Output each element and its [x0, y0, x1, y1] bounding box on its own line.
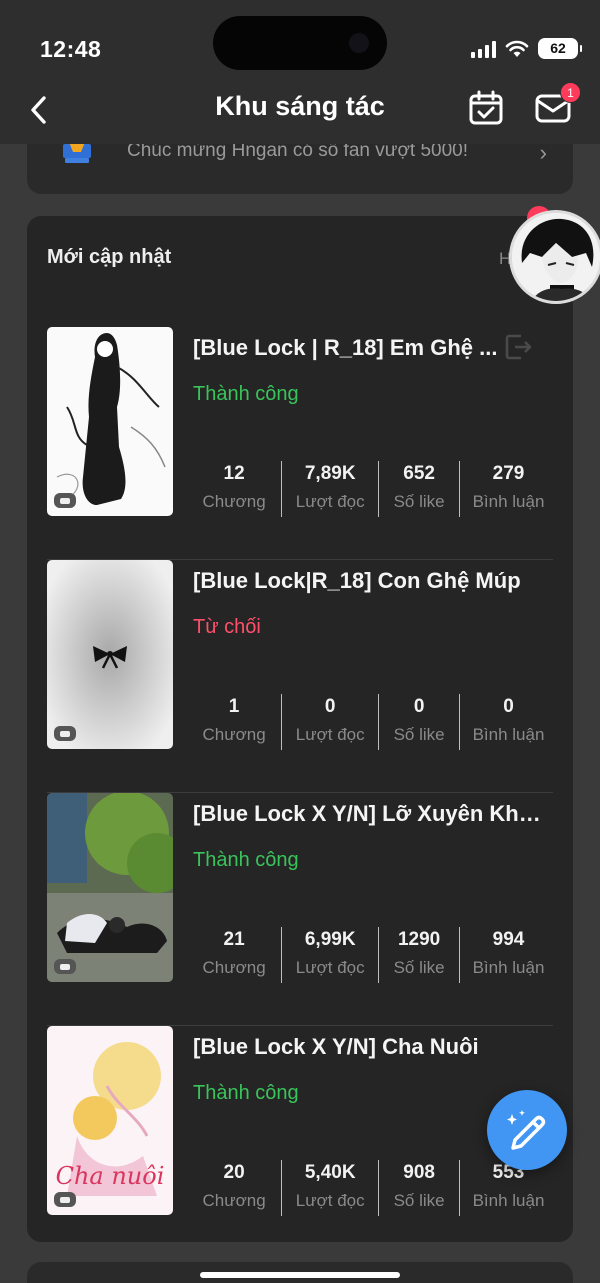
- story-stats: 21 Chương 6,99K Lượt đọc 1290 Số like 99…: [187, 927, 557, 983]
- stat-label: Số like: [393, 492, 445, 511]
- stat-likes: 1290 Số like: [378, 927, 459, 983]
- story-status: Thành công: [193, 1082, 299, 1104]
- stat-value: 1: [228, 696, 240, 717]
- chat-bubble-icon: [54, 726, 76, 741]
- stat-comments: 553 Bình luận: [458, 1160, 557, 1216]
- story-status: Từ chối: [193, 616, 261, 638]
- stat-value: 20: [223, 1162, 245, 1183]
- stat-value: 279: [492, 463, 525, 484]
- status-time: 12:48: [40, 36, 102, 62]
- stat-reads: 7,89K Lượt đọc: [281, 461, 378, 517]
- story-item[interactable]: [Blue Lock|R_18] Con Ghệ Múp Từ chối 1 C…: [47, 560, 553, 793]
- calendar-check-icon[interactable]: [468, 90, 504, 126]
- status-bar: 12:48 62: [0, 0, 600, 80]
- chat-bubble-icon: [54, 1192, 76, 1207]
- stat-label: Bình luận: [472, 1191, 545, 1210]
- story-stats: 20 Chương 5,40K Lượt đọc 908 Số like 553…: [187, 1160, 557, 1216]
- stat-reads: 6,99K Lượt đọc: [281, 927, 378, 983]
- top-nav: Khu sáng tác: [0, 80, 600, 144]
- story-item[interactable]: Cha nuôi [Blue Lock X Y/N] Cha Nuôi Thàn…: [47, 1026, 553, 1259]
- stat-comments: 994 Bình luận: [458, 927, 557, 983]
- signal-icon: [471, 40, 496, 58]
- stat-label: Số like: [393, 1191, 445, 1210]
- dynamic-island: [213, 16, 387, 70]
- stat-label: Chương: [202, 725, 266, 744]
- stat-label: Chương: [202, 958, 266, 977]
- story-status: Thành công: [193, 383, 299, 405]
- stat-comments: 279 Bình luận: [458, 461, 557, 517]
- cover-title-text: Cha nuôi: [56, 1162, 165, 1190]
- stat-value: 1290: [397, 929, 441, 950]
- stat-value: 7,89K: [304, 463, 356, 484]
- stat-label: Bình luận: [472, 725, 545, 744]
- stat-comments: 0 Bình luận: [458, 694, 557, 750]
- stat-label: Lượt đọc: [295, 1191, 365, 1210]
- stat-value: 0: [413, 696, 425, 717]
- stat-value: 908: [403, 1162, 435, 1183]
- stat-value: 21: [223, 929, 245, 950]
- stat-label: Lượt đọc: [295, 725, 365, 744]
- section-title: Mới cập nhật: [47, 246, 172, 268]
- floating-avatar[interactable]: [509, 210, 600, 304]
- story-cover: Cha nuôi: [47, 1026, 173, 1215]
- stat-label: Bình luận: [472, 958, 545, 977]
- stat-chapters: 21 Chương: [187, 927, 281, 983]
- battery-indicator: 62: [538, 38, 582, 59]
- stat-value: 652: [403, 463, 435, 484]
- home-indicator[interactable]: [200, 1272, 400, 1278]
- story-title: [Blue Lock X Y/N] Cha Nuôi: [193, 1034, 479, 1059]
- story-title: [Blue Lock | R_18] Em Ghệ ...: [193, 335, 498, 360]
- page-title: Khu sáng tác: [215, 91, 385, 121]
- stat-likes: 652 Số like: [378, 461, 459, 517]
- story-cover: [47, 793, 173, 982]
- stat-label: Chương: [202, 1191, 266, 1210]
- stat-chapters: 1 Chương: [187, 694, 281, 750]
- stat-label: Bình luận: [472, 492, 545, 511]
- exit-icon[interactable]: [503, 332, 533, 362]
- write-story-button[interactable]: [487, 1090, 567, 1170]
- stat-label: Số like: [393, 958, 445, 977]
- story-item[interactable]: [Blue Lock | R_18] Em Ghệ ... Thành công…: [47, 327, 553, 560]
- stat-value: 12: [223, 463, 245, 484]
- stat-value: 0: [324, 696, 336, 717]
- magic-pen-icon: [507, 1110, 546, 1150]
- story-cover: [47, 560, 173, 749]
- stat-label: Chương: [202, 492, 266, 511]
- stat-label: Lượt đọc: [295, 958, 365, 977]
- mail-badge: 1: [560, 82, 581, 103]
- stat-reads: 5,40K Lượt đọc: [281, 1160, 378, 1216]
- stat-chapters: 20 Chương: [187, 1160, 281, 1216]
- stat-value: 0: [503, 696, 514, 717]
- stat-label: Lượt đọc: [295, 492, 365, 511]
- story-status: Thành công: [193, 849, 299, 871]
- stat-value: 5,40K: [304, 1162, 356, 1183]
- story-title: [Blue Lock|R_18] Con Ghệ Múp: [193, 568, 521, 593]
- chat-bubble-icon: [54, 493, 76, 508]
- wifi-icon: [505, 40, 529, 57]
- story-stats: 1 Chương 0 Lượt đọc 0 Số like 0 Bình luậ…: [187, 694, 557, 750]
- stat-value: 994: [492, 929, 525, 950]
- story-cover: [47, 327, 173, 516]
- chat-bubble-icon: [54, 959, 76, 974]
- story-item[interactable]: [Blue Lock X Y/N] Lỡ Xuyên Khô... Thành …: [47, 793, 553, 1026]
- stat-likes: 908 Số like: [378, 1160, 459, 1216]
- stat-likes: 0 Số like: [378, 694, 459, 750]
- story-stats: 12 Chương 7,89K Lượt đọc 652 Số like 279…: [187, 461, 557, 517]
- stat-reads: 0 Lượt đọc: [281, 694, 378, 750]
- stat-value: 6,99K: [304, 929, 356, 950]
- stat-label: Số like: [393, 725, 445, 744]
- stat-chapters: 12 Chương: [187, 461, 281, 517]
- recent-updates-card: Mới cập nhật H [Blue Lock | R_18] Em Ghệ…: [27, 216, 573, 1259]
- story-title: [Blue Lock X Y/N] Lỡ Xuyên Khô...: [193, 801, 549, 826]
